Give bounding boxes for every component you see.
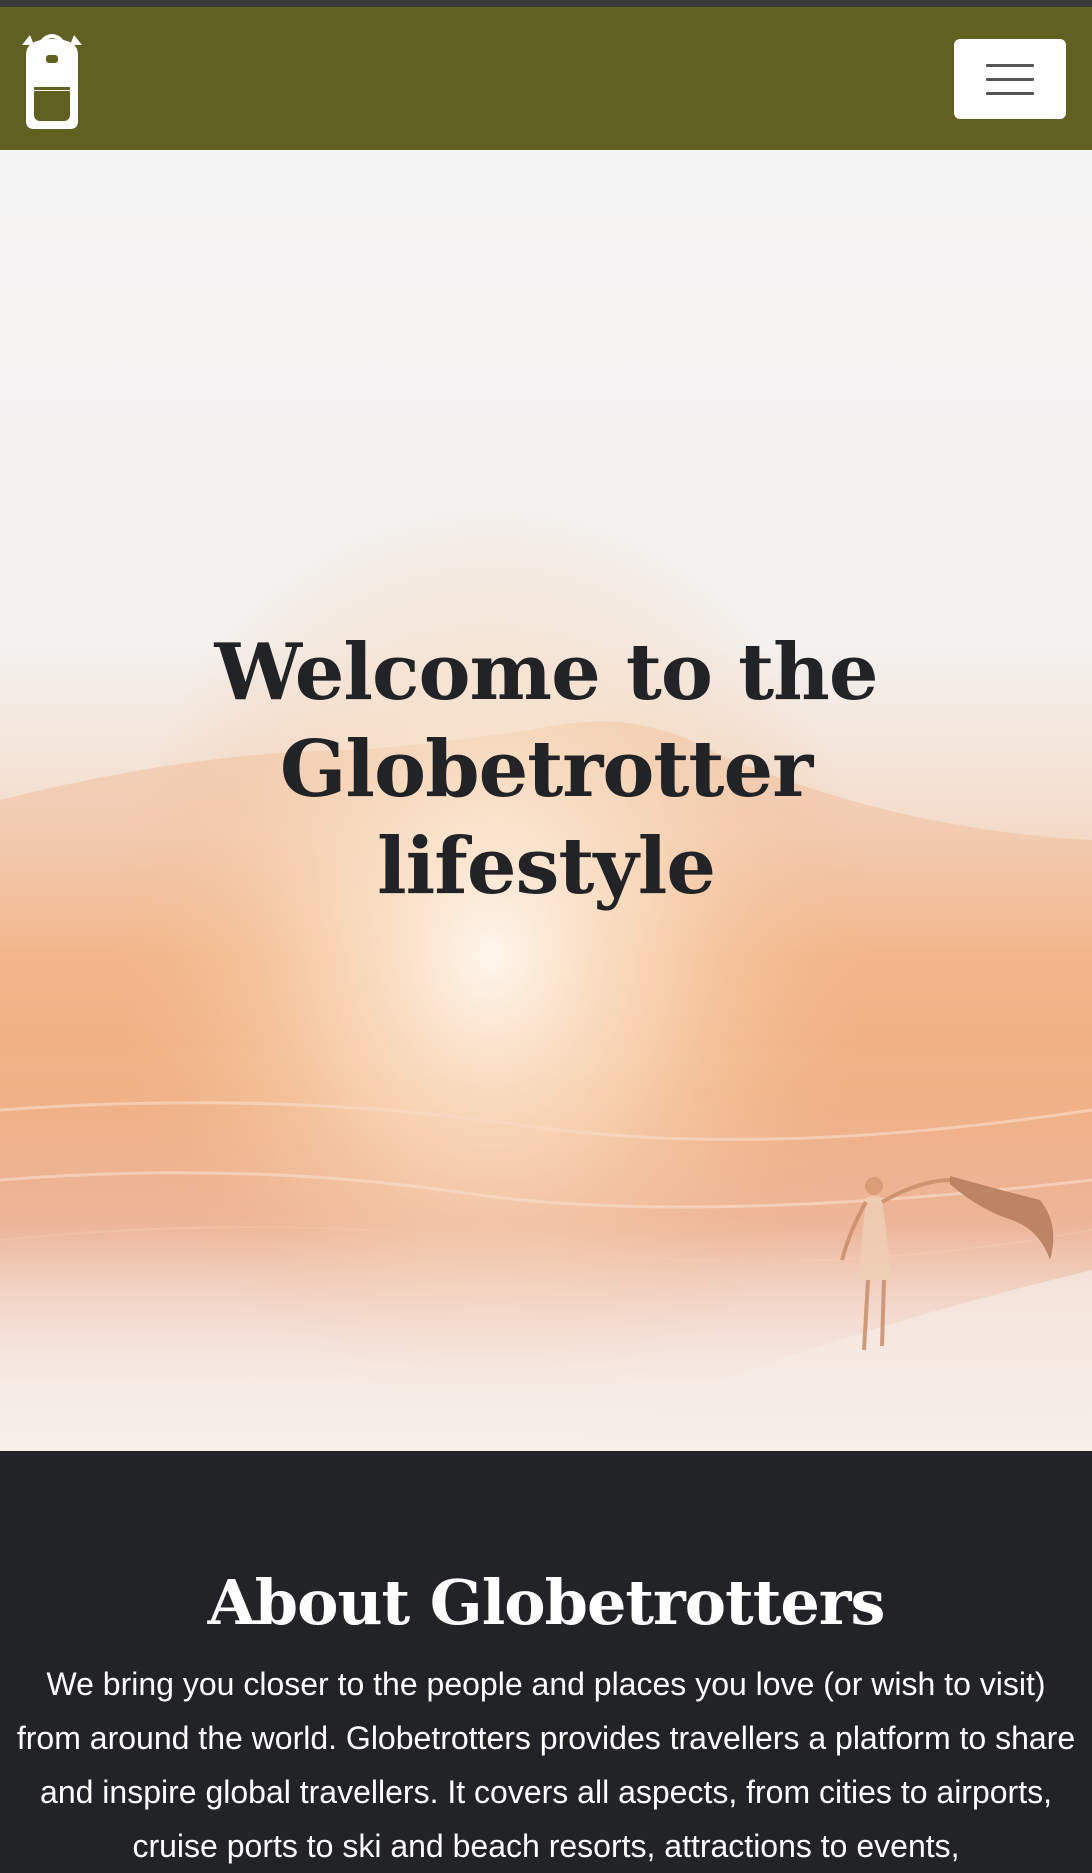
navbar bbox=[0, 7, 1092, 150]
hero-title: Welcome to the Globetrotter lifestyle bbox=[214, 627, 879, 912]
about-text: We bring you closer to the people and pl… bbox=[16, 1666, 1076, 1864]
hero-section: Welcome to the Globetrotter lifestyle bbox=[0, 150, 1092, 1451]
top-border bbox=[0, 0, 1092, 7]
navbar-toggler-button[interactable] bbox=[954, 39, 1066, 119]
about-title: About Globetrotters bbox=[207, 1566, 886, 1639]
backpack-icon bbox=[22, 34, 82, 129]
about-section: About Globetrotters We bring you closer … bbox=[0, 1451, 1092, 1864]
brand-logo-link[interactable] bbox=[16, 33, 88, 131]
